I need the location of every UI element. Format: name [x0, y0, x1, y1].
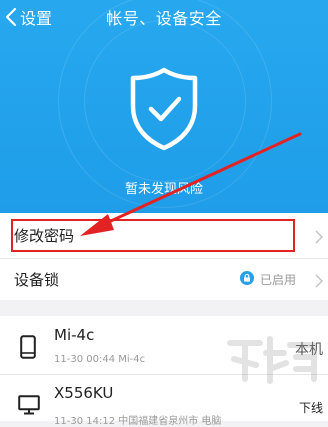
phone-icon: [20, 335, 36, 363]
shield-check-icon: [126, 66, 202, 156]
device-meta: 11-30 14:12 中国福建省泉州市 电脑: [54, 416, 222, 427]
security-header: 设置 帐号、设备安全 暂未发现风险: [0, 0, 328, 213]
desktop-icon: [18, 395, 40, 419]
device-name: Mi-4c: [54, 326, 95, 344]
device-meta: 11-30 00:44 Mi-4c: [54, 354, 146, 365]
device-lock-status-text: 已启用: [259, 273, 296, 287]
device-row[interactable]: Mi-4c 11-30 00:44 Mi-4c 本机: [0, 316, 328, 374]
device-lock-label: 设备锁: [14, 271, 60, 289]
device-name: X556KU: [54, 384, 114, 402]
device-tag: 本机: [295, 342, 323, 358]
device-tag[interactable]: 下线: [299, 399, 323, 416]
chevron-right-icon: [315, 229, 324, 248]
lock-icon: [239, 270, 254, 289]
device-lock-status: 已启用: [239, 259, 296, 300]
device-row[interactable]: X556KU 11-30 14:12 中国福建省泉州市 电脑 下线: [0, 375, 328, 427]
device-lock-row[interactable]: 设备锁 已启用: [0, 259, 328, 300]
highlight-box: [11, 219, 295, 252]
security-status: 暂未发现风险: [124, 182, 203, 197]
page-title: 帐号、设备安全: [106, 9, 222, 28]
chevron-right-icon: [315, 273, 324, 292]
